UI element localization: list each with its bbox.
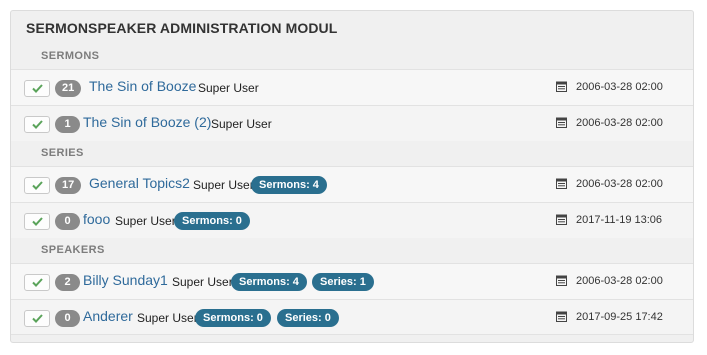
date-label: 2006-03-28 02:00 xyxy=(576,275,663,287)
list-item: 17 General Topics2 Super User Sermons: 4… xyxy=(11,166,693,202)
module-title: SERMONSPEAKER ADMINISTRATION MODUL xyxy=(26,20,338,36)
hits-badge: 0 xyxy=(55,310,80,327)
sermons-count-badge: Sermons: 0 xyxy=(195,309,271,327)
author-label: Super User xyxy=(115,214,176,228)
author-label: Super User xyxy=(211,117,272,131)
admin-module: SERMONSPEAKER ADMINISTRATION MODUL SERMO… xyxy=(10,10,694,343)
hits-badge: 1 xyxy=(55,116,80,133)
author-label: Super User xyxy=(137,311,198,325)
list-item: 1 The Sin of Booze (2) Super User 2006-0… xyxy=(11,105,693,141)
series-count-badge: Series: 0 xyxy=(277,309,339,327)
calendar-icon xyxy=(556,275,567,286)
sermons-count-badge: Sermons: 4 xyxy=(251,176,327,194)
section-header-speakers: SPEAKERS xyxy=(41,244,105,256)
check-icon xyxy=(32,278,43,287)
date-label: 2017-11-19 13:06 xyxy=(576,214,663,226)
calendar-icon xyxy=(556,117,567,128)
sermons-count-badge: Sermons: 0 xyxy=(174,212,250,230)
publish-toggle-button[interactable] xyxy=(24,80,50,97)
hits-badge: 0 xyxy=(55,213,80,230)
check-icon xyxy=(32,217,43,226)
check-icon xyxy=(32,120,43,129)
publish-toggle-button[interactable] xyxy=(24,177,50,194)
publish-toggle-button[interactable] xyxy=(24,310,50,327)
publish-toggle-button[interactable] xyxy=(24,213,50,230)
date-label: 2006-03-28 02:00 xyxy=(576,117,663,129)
sermon-title-link[interactable]: The Sin of Booze xyxy=(89,78,196,94)
author-label: Super User xyxy=(172,275,233,289)
publish-toggle-button[interactable] xyxy=(24,116,50,133)
section-header-sermons: SERMONS xyxy=(41,50,100,62)
calendar-icon xyxy=(556,178,567,189)
list-item: 0 Anderer Super User Sermons: 0 Series: … xyxy=(11,299,693,335)
date-label: 2006-03-28 02:00 xyxy=(576,178,663,190)
list-item: 0 fooo Super User Sermons: 0 2017-11-19 … xyxy=(11,202,693,238)
calendar-icon xyxy=(556,81,567,92)
date-label: 2006-03-28 02:00 xyxy=(576,81,663,93)
list-item: 2 Billy Sunday1 Super User Sermons: 4 Se… xyxy=(11,263,693,299)
author-label: Super User xyxy=(198,81,259,95)
hits-badge: 17 xyxy=(55,177,82,194)
series-title-link[interactable]: fooo xyxy=(83,211,110,227)
author-label: Super User xyxy=(193,178,254,192)
date-label: 2017-09-25 17:42 xyxy=(576,311,663,323)
calendar-icon xyxy=(556,311,567,322)
section-header-series: SERIES xyxy=(41,147,84,159)
hits-badge: 2 xyxy=(55,274,80,291)
check-icon xyxy=(32,181,43,190)
check-icon xyxy=(32,84,43,93)
sermons-count-badge: Sermons: 4 xyxy=(231,273,307,291)
calendar-icon xyxy=(556,214,567,225)
hits-badge: 21 xyxy=(55,80,82,97)
series-title-link[interactable]: General Topics2 xyxy=(89,175,190,191)
series-count-badge: Series: 1 xyxy=(312,273,374,291)
sermon-title-link[interactable]: The Sin of Booze (2) xyxy=(83,114,211,130)
publish-toggle-button[interactable] xyxy=(24,274,50,291)
check-icon xyxy=(32,314,43,323)
speaker-title-link[interactable]: Anderer xyxy=(83,308,133,324)
speaker-title-link[interactable]: Billy Sunday1 xyxy=(83,272,168,288)
list-item: 21 The Sin of Booze Super User 2006-03-2… xyxy=(11,69,693,105)
